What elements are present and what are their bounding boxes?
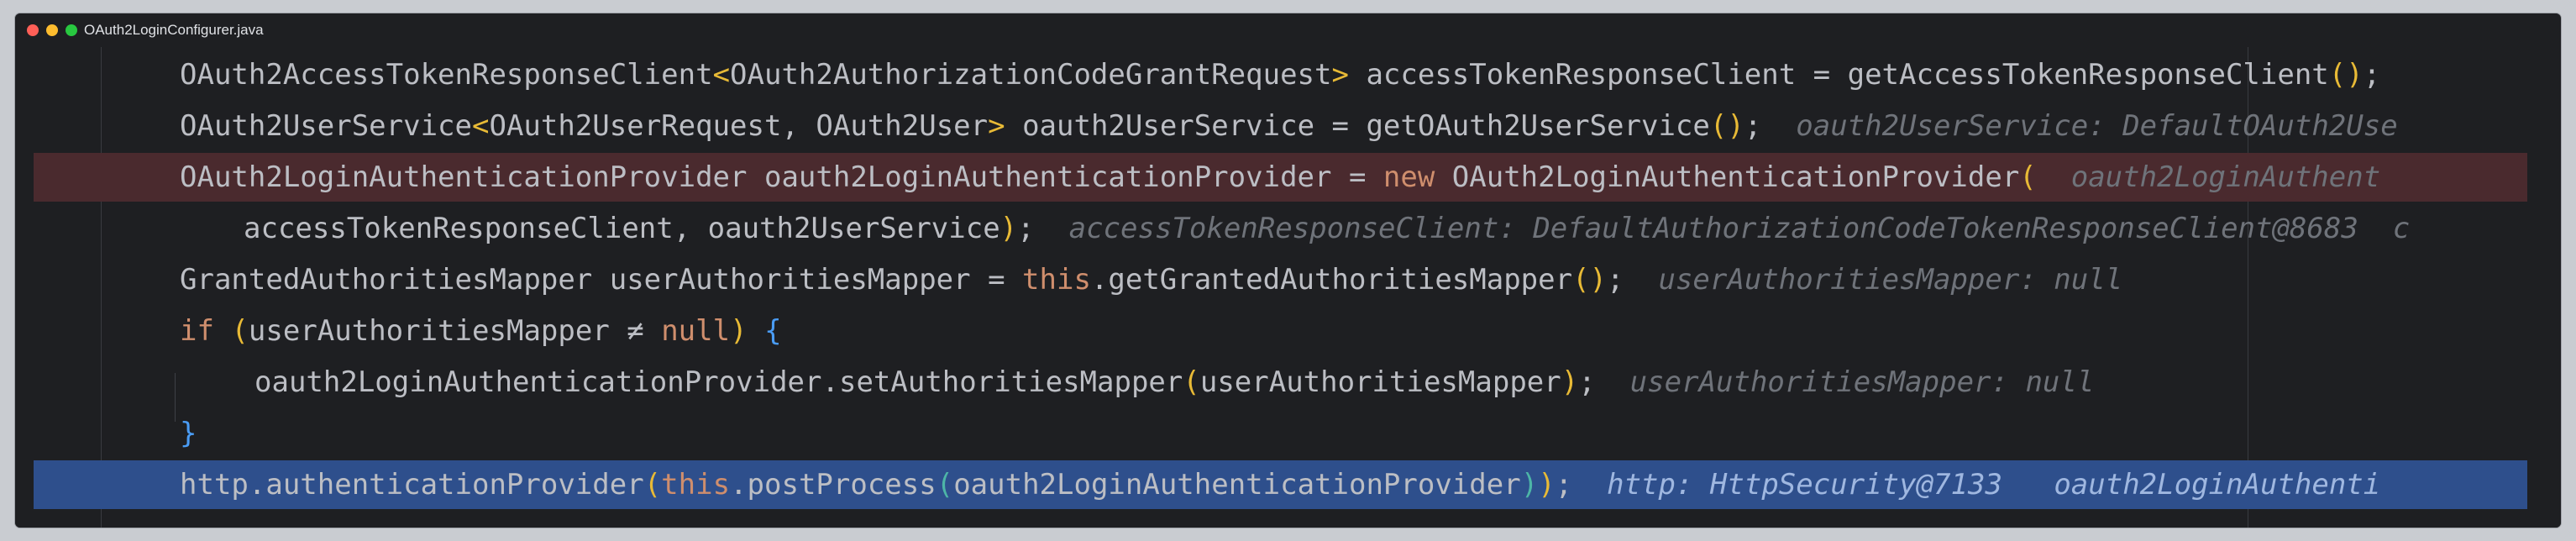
code-token: () xyxy=(2328,58,2364,92)
inline-debug-hint[interactable]: http: HttpSecurity@7133 oauth2LoginAuthe… xyxy=(1607,468,2380,502)
maximize-window-button[interactable] xyxy=(66,24,77,36)
code-token: userAuthoritiesMapper xyxy=(1199,365,1561,399)
inline-debug-hint[interactable]: userAuthoritiesMapper: null xyxy=(1630,365,2095,399)
code-token: ( xyxy=(231,314,249,348)
minimize-window-button[interactable] xyxy=(46,24,58,36)
code-token: if xyxy=(180,314,214,348)
code-token: oauth2UserService = getOAuth2UserService xyxy=(1005,109,1710,143)
code-token: ) xyxy=(1561,365,1579,399)
code-token: ; xyxy=(1017,212,1035,245)
code-editor[interactable]: OAuth2AccessTokenResponseClient<OAuth2Au… xyxy=(15,47,2561,528)
code-text: http.authenticationProvider(this.postPro… xyxy=(180,460,2380,509)
code-token: ( xyxy=(643,468,662,502)
code-token: OAuth2UserRequest, OAuth2User xyxy=(489,109,989,143)
file-title: OAuth2LoginConfigurer.java xyxy=(84,22,264,38)
code-line-9-current[interactable]: http.authenticationProvider(this.postPro… xyxy=(34,460,2527,509)
inline-debug-hint[interactable]: oauth2UserService: DefaultOAuth2Use xyxy=(1796,109,2397,143)
code-line-7[interactable]: oauth2LoginAuthenticationProvider.setAut… xyxy=(15,358,2561,407)
code-token: ; xyxy=(1555,468,1573,502)
code-line-6[interactable]: if (userAuthoritiesMapper ≠ null) { xyxy=(15,307,2561,355)
code-token: OAuth2LoginAuthenticationProvider oauth2… xyxy=(180,160,1383,194)
code-text: OAuth2AccessTokenResponseClient<OAuth2Au… xyxy=(180,50,2380,99)
code-text: OAuth2UserService<OAuth2UserRequest, OAu… xyxy=(180,102,2398,150)
code-token: ; xyxy=(1607,263,1624,297)
code-token: userAuthoritiesMapper ≠ xyxy=(248,314,662,348)
code-token: ( xyxy=(936,468,954,502)
inline-debug-hint[interactable]: oauth2LoginAuthent xyxy=(2071,160,2380,194)
code-token: < xyxy=(472,109,490,143)
code-token: { xyxy=(764,314,782,348)
code-token: this xyxy=(1022,263,1091,297)
code-token: ; xyxy=(2363,58,2381,92)
code-text: oauth2LoginAuthenticationProvider.setAut… xyxy=(254,358,2094,407)
code-text: } xyxy=(180,409,197,458)
code-line-8[interactable]: } xyxy=(15,409,2561,458)
code-line-3-error[interactable]: OAuth2LoginAuthenticationProvider oauth2… xyxy=(34,153,2527,202)
code-token: () xyxy=(1572,263,1608,297)
code-token: > xyxy=(1331,58,1349,92)
code-token: } xyxy=(180,417,197,450)
code-token: ) xyxy=(730,314,748,348)
code-line-1[interactable]: OAuth2AccessTokenResponseClient<OAuth2Au… xyxy=(15,50,2561,99)
code-token: ( xyxy=(1183,365,1200,399)
title-bar: OAuth2LoginConfigurer.java xyxy=(15,13,2561,47)
code-token: ) xyxy=(1520,468,1539,502)
code-token: .postProcess xyxy=(730,468,936,502)
code-token: OAuth2LoginAuthenticationProvider xyxy=(1435,160,2020,194)
code-token: ( xyxy=(2019,160,2037,194)
code-token: accessTokenResponseClient = getAccessTok… xyxy=(1348,58,2329,92)
code-token: new xyxy=(1382,160,1435,194)
inline-debug-hint[interactable]: accessTokenResponseClient: DefaultAuthor… xyxy=(1069,212,2411,245)
code-token: OAuth2AccessTokenResponseClient xyxy=(180,58,713,92)
code-token: ) xyxy=(1538,468,1556,502)
code-token: http.authenticationProvider xyxy=(180,468,644,502)
code-token: oauth2LoginAuthenticationProvider xyxy=(953,468,1521,502)
code-token: GrantedAuthoritiesMapper userAuthorities… xyxy=(180,263,1023,297)
code-token: ) xyxy=(999,212,1018,245)
code-token: OAuth2UserService xyxy=(180,109,472,143)
code-token: accessTokenResponseClient, oauth2UserSer… xyxy=(244,212,1000,245)
editor-window: OAuth2LoginConfigurer.java OAuth2AccessT… xyxy=(15,13,2561,528)
code-line-4[interactable]: accessTokenResponseClient, oauth2UserSer… xyxy=(15,204,2561,253)
code-line-5[interactable]: GrantedAuthoritiesMapper userAuthorities… xyxy=(15,255,2561,304)
code-text: OAuth2LoginAuthenticationProvider oauth2… xyxy=(180,153,2380,202)
code-text: if (userAuthoritiesMapper ≠ null) { xyxy=(180,307,782,355)
code-token: > xyxy=(988,109,1005,143)
code-token: this xyxy=(661,468,731,502)
code-text: accessTokenResponseClient, oauth2UserSer… xyxy=(244,204,2410,253)
code-token: .getGrantedAuthoritiesMapper xyxy=(1090,263,1573,297)
code-token: oauth2LoginAuthenticationProvider.setAut… xyxy=(254,365,1183,399)
code-token: ; xyxy=(1578,365,1596,399)
code-token: < xyxy=(712,58,731,92)
code-token: ; xyxy=(1744,109,1762,143)
code-token: () xyxy=(1709,109,1744,143)
code-line-2[interactable]: OAuth2UserService<OAuth2UserRequest, OAu… xyxy=(15,102,2561,150)
code-text: GrantedAuthoritiesMapper userAuthorities… xyxy=(180,255,2122,304)
code-token: OAuth2AuthorizationCodeGrantRequest xyxy=(730,58,1332,92)
code-token: null xyxy=(661,314,731,348)
close-window-button[interactable] xyxy=(27,24,39,36)
inline-debug-hint[interactable]: userAuthoritiesMapper: null xyxy=(1658,263,2122,297)
